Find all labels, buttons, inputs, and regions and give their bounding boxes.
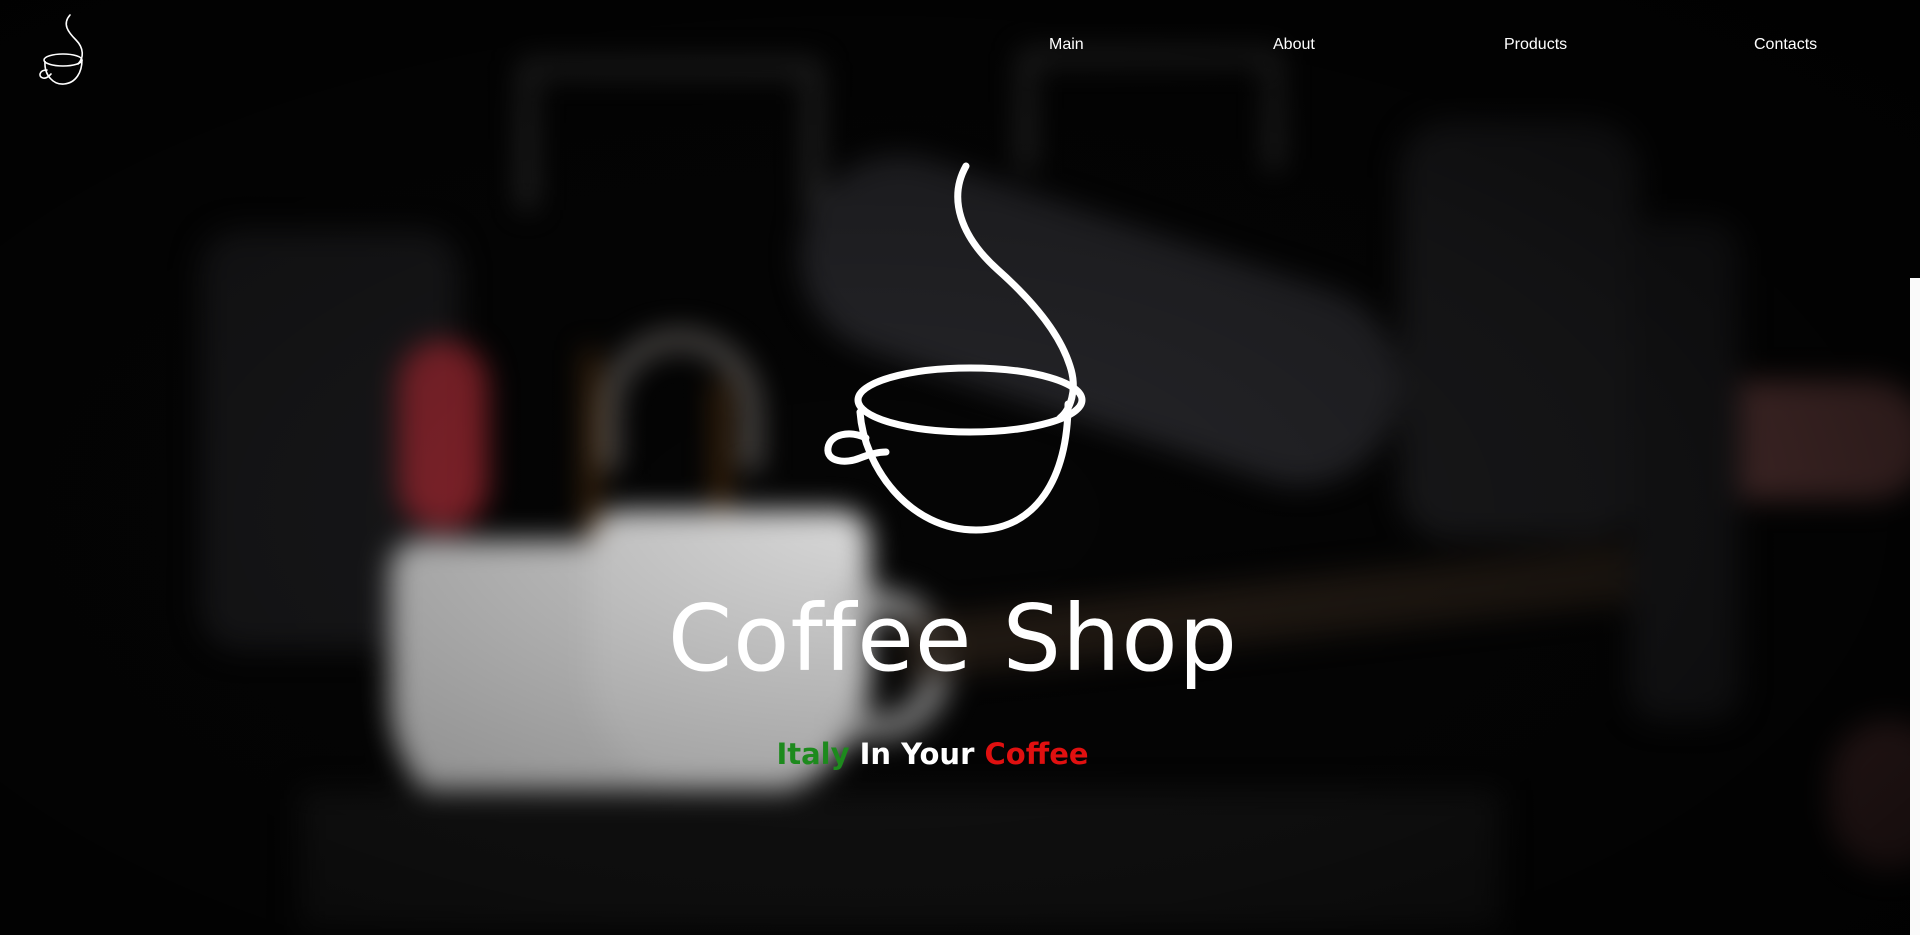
tagline: Italy In Your Coffee (0, 736, 1920, 772)
tagline-italy: Italy (776, 737, 850, 771)
nav-link-contacts[interactable]: Contacts (1754, 36, 1817, 54)
hero-cup-illustration (820, 158, 1090, 538)
hero-section: Main About Products Contacts Coffee Shop… (0, 0, 1920, 935)
main-navigation: Main About Products Contacts (0, 36, 1920, 60)
page-title: Coffee Shop (667, 585, 1239, 692)
coffee-cup-icon (824, 162, 1086, 534)
tagline-coffee: Coffee (984, 737, 1089, 771)
tagline-in-your: In Your (859, 737, 975, 771)
nav-link-about[interactable]: About (1273, 36, 1315, 54)
nav-link-products[interactable]: Products (1504, 36, 1567, 54)
nav-link-main[interactable]: Main (1049, 36, 1084, 54)
